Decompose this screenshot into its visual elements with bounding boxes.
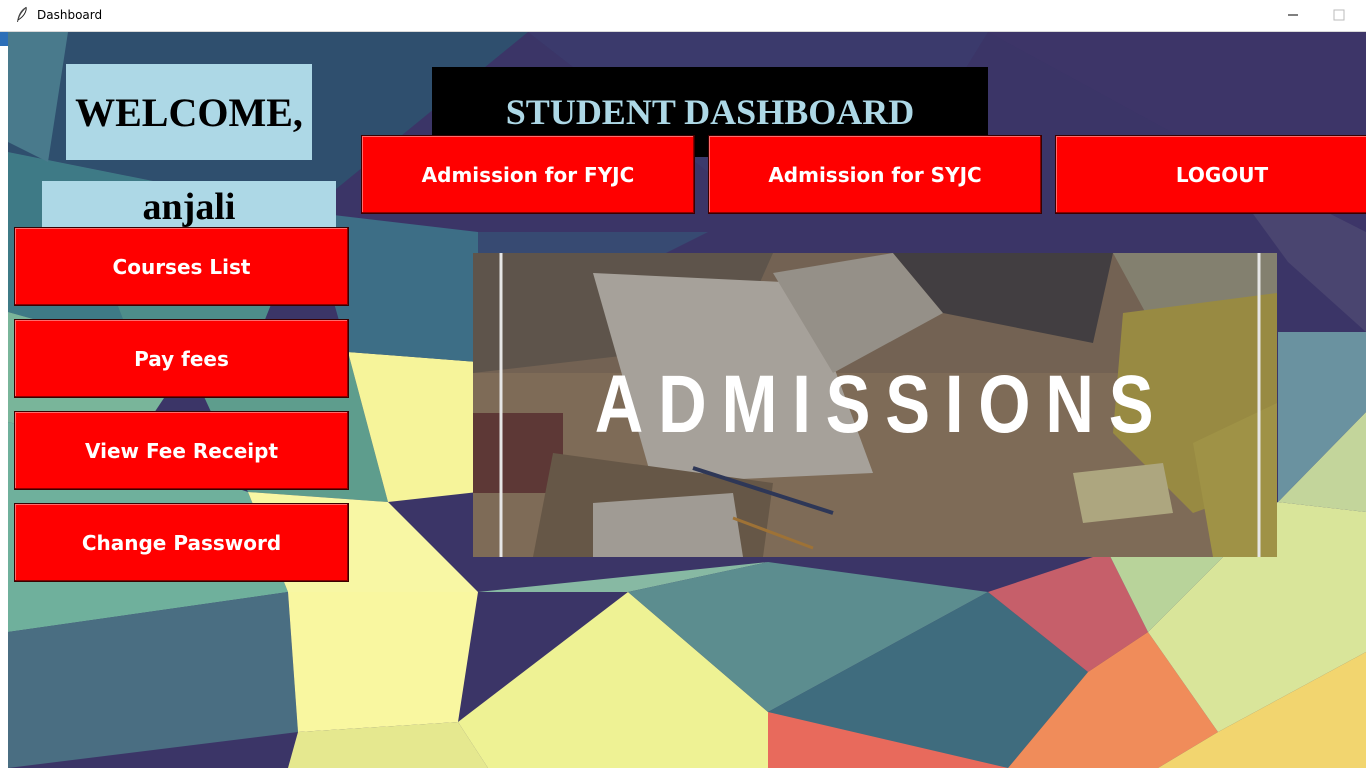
courses-list-button[interactable]: Courses List [14, 227, 349, 306]
maximize-icon[interactable] [1328, 4, 1350, 26]
admissions-banner: ADMISSIONS [473, 253, 1277, 557]
username-label: anjali [42, 181, 336, 232]
window-left-edge [0, 32, 8, 768]
admission-fyjc-button[interactable]: Admission for FYJC [361, 135, 695, 214]
feather-icon [17, 6, 27, 22]
admission-syjc-button[interactable]: Admission for SYJC [708, 135, 1042, 214]
window-titlebar: Dashboard [0, 0, 1366, 32]
minimize-icon[interactable] [1282, 4, 1304, 26]
pay-fees-button[interactable]: Pay fees [14, 319, 349, 398]
view-fee-receipt-button[interactable]: View Fee Receipt [14, 411, 349, 490]
change-password-button[interactable]: Change Password [14, 503, 349, 582]
logout-button[interactable]: LOGOUT [1055, 135, 1366, 214]
window-title: Dashboard [37, 8, 103, 22]
welcome-label: WELCOME, [66, 64, 312, 160]
dashboard-canvas: WELCOME, anjali STUDENT DASHBOARD Admiss… [8, 32, 1366, 768]
banner-text: ADMISSIONS [594, 359, 1169, 450]
